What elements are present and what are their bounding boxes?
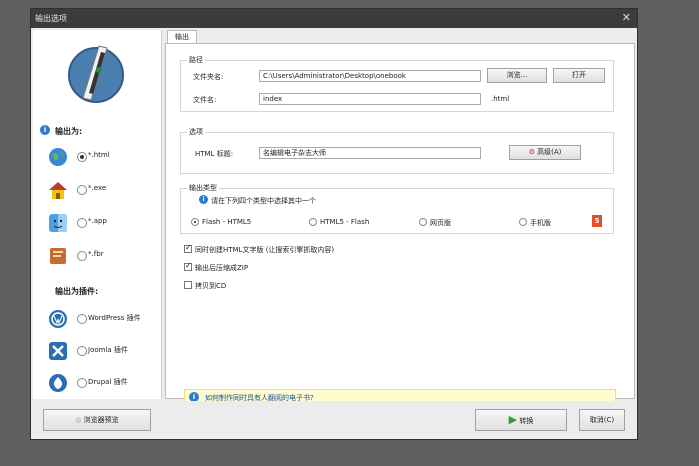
folder-label: 文件夹名: — [193, 73, 224, 81]
options-group-label: 选项 — [187, 127, 205, 137]
format-exe-label: *.exe — [88, 184, 107, 192]
app-logo — [68, 45, 124, 103]
folder-input[interactable]: C:\Users\Administrator\Desktop\onebook — [259, 70, 481, 82]
output-type-hint: 请在下列四个类型中选择其中一个 — [211, 197, 316, 205]
html-title-input[interactable]: 名编辑电子杂志大师 — [259, 147, 481, 159]
options-group: 选项 HTML 标题: 名编辑电子杂志大师 ⚙ 高级(A) — [180, 127, 614, 174]
open-button[interactable]: 打开 — [553, 68, 605, 83]
output-as-label: 输出为: — [55, 127, 83, 136]
bottom-bar: ◎ 浏览器预览 ▶ 转换 取消(C) — [33, 401, 637, 439]
wordpress-icon — [49, 310, 67, 328]
format-app-radio[interactable] — [77, 218, 87, 228]
output-format-pane: i 输出为: *.html *.exe *.app *.fbr 输出为插件: W… — [33, 30, 162, 399]
format-fbr-label: *.fbr — [88, 250, 104, 258]
plugin-wordpress-label: WordPress 插件 — [88, 314, 141, 322]
advanced-button[interactable]: ⚙ 高级(A) — [509, 145, 581, 160]
plugin-wordpress-radio[interactable] — [77, 314, 87, 324]
browser-preview-label: 浏览器预览 — [83, 416, 119, 424]
html-title-label: HTML 标题: — [195, 150, 234, 158]
path-group: 路径 文件夹名: C:\Users\Administrator\Desktop\… — [180, 55, 614, 112]
browser-preview-icon: ◎ — [75, 416, 82, 424]
type-html5-flash-label: HTML5 - Flash — [320, 218, 370, 226]
advanced-button-label: 高级(A) — [537, 148, 562, 156]
output-type-group-label: 输出类型 — [187, 183, 219, 193]
format-html-label: *.html — [88, 151, 110, 159]
settings-pane: 输出 路径 文件夹名: C:\Users\Administrator\Deskt… — [163, 30, 635, 405]
browse-button[interactable]: 浏览... — [487, 68, 547, 83]
file-extension: .html — [491, 95, 510, 103]
convert-label: 转换 — [519, 417, 534, 425]
format-exe-radio[interactable] — [77, 185, 87, 195]
type-flash-html5-radio[interactable] — [191, 218, 199, 226]
output-type-info-icon: i — [199, 195, 208, 204]
browser-preview-button[interactable]: ◎ 浏览器预览 — [43, 409, 151, 431]
joomla-icon — [49, 342, 67, 360]
type-flash-html5-label: Flash - HTML5 — [202, 218, 252, 226]
type-mobile-label: 手机版 — [530, 219, 551, 227]
book-icon — [50, 248, 66, 264]
copy-to-cd-label: 拷贝到CD — [195, 282, 227, 290]
format-app-label: *.app — [88, 217, 107, 225]
file-name-label: 文件名: — [193, 96, 217, 104]
compress-zip-checkbox[interactable] — [184, 261, 192, 271]
create-html-text-label: 同时创建HTML文字版 (让搜索引擎抓取内容) — [195, 246, 335, 254]
copy-to-cd-checkbox[interactable] — [184, 281, 192, 289]
close-icon[interactable]: ✕ — [622, 11, 631, 24]
type-web-radio[interactable] — [419, 218, 427, 226]
advanced-icon: ⚙ — [528, 148, 535, 156]
html5-badge-icon: 5 — [592, 215, 602, 227]
format-fbr-radio[interactable] — [77, 251, 87, 261]
cancel-button[interactable]: 取消(C) — [579, 409, 625, 431]
type-web-label: 网页版 — [430, 219, 451, 227]
plugin-drupal-label: Drupal 插件 — [88, 378, 128, 386]
plugin-joomla-radio[interactable] — [77, 346, 87, 356]
output-type-group: 输出类型 i 请在下列四个类型中选择其中一个 Flash - HTML5 HTM… — [180, 183, 614, 234]
plugin-label: 输出为插件: — [55, 287, 99, 296]
type-html5-flash-radio[interactable] — [309, 218, 317, 226]
type-mobile-radio[interactable] — [519, 218, 527, 226]
globe-icon — [49, 148, 67, 166]
tab-output[interactable]: 输出 — [167, 30, 197, 44]
drupal-icon — [49, 374, 67, 392]
info-icon: i — [40, 125, 50, 135]
create-html-text-checkbox[interactable] — [184, 243, 192, 253]
convert-button[interactable]: ▶ 转换 — [475, 409, 567, 431]
file-name-input[interactable]: index — [259, 93, 481, 105]
window-title: 输出选项 — [35, 14, 67, 23]
plugin-drupal-radio[interactable] — [77, 378, 87, 388]
convert-play-icon: ▶ — [508, 413, 518, 426]
format-html-radio[interactable] — [77, 152, 87, 162]
title-bar: 输出选项 ✕ — [31, 9, 637, 28]
house-icon — [49, 182, 67, 199]
path-group-label: 路径 — [187, 55, 205, 65]
compress-zip-label: 输出后压缩成ZIP — [195, 264, 249, 272]
plugin-joomla-label: Joomla 插件 — [88, 346, 128, 354]
output-options-dialog: 输出选项 ✕ i 输出为: *.html *.exe *.app *.fbr 输… — [30, 8, 638, 440]
mac-finder-icon — [49, 214, 67, 232]
output-tab-panel: 路径 文件夹名: C:\Users\Administrator\Desktop\… — [165, 43, 635, 405]
